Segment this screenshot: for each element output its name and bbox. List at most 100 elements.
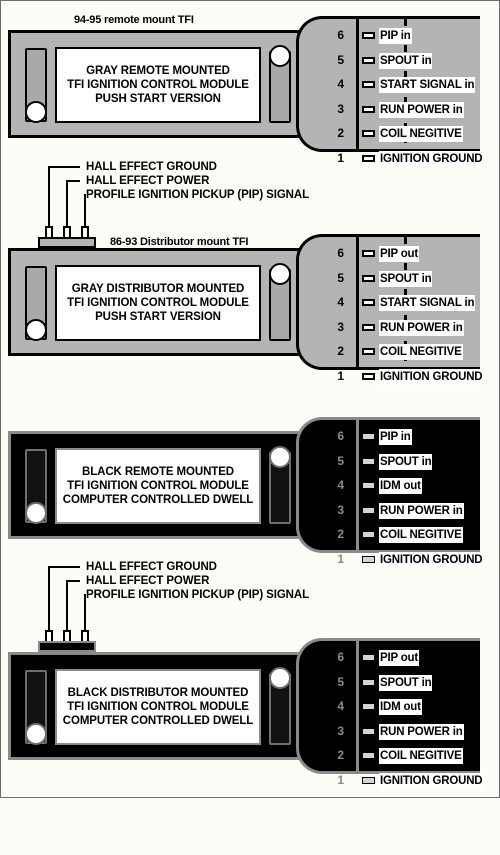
callout-leader-horizontal: [66, 180, 80, 182]
pin-number: 2: [337, 344, 344, 358]
callout-leader-horizontal: [48, 166, 80, 168]
module-id-plate-line: TFI IGNITION CONTROL MODULE: [67, 701, 249, 713]
pin-blade: [362, 678, 375, 686]
pin-number: 2: [337, 126, 344, 140]
connector-assembly: 6 PIP in 5 SPOUT in 4 IDM out 3 RUN POWER in 2 CO…: [296, 417, 484, 568]
connector-assembly: 6 PIP out 5 SPOUT in 4 IDM out 3 RUN POWER in 2 C…: [296, 638, 484, 789]
pin-blade: [362, 299, 375, 306]
pin-number: 1: [337, 772, 344, 787]
pin-label: IGNITION GROUND: [379, 772, 484, 789]
callout-leader-horizontal: [66, 580, 80, 582]
pin-number: 1: [337, 368, 344, 383]
pin-row: 1 IGNITION GROUND: [296, 366, 484, 387]
pin-row: 6 PIP in: [296, 25, 480, 46]
pin-blade: [362, 250, 375, 257]
pin-row: 5 SPOUT in: [296, 50, 480, 71]
pin-number: 6: [337, 650, 344, 664]
pin-row: 3 RUN POWER in: [296, 500, 480, 521]
pin-label: SPOUT in: [379, 674, 433, 691]
pin-label: SPOUT in: [379, 270, 433, 287]
pin-blade: [362, 654, 375, 661]
hall-callout-label: HALL EFFECT GROUND: [86, 561, 217, 573]
pin-label: SPOUT in: [379, 52, 433, 69]
pin-label: START SIGNAL in: [379, 77, 476, 93]
pin-row: 5 SPOUT in: [296, 451, 480, 472]
pin-label: COIL NEGITIVE: [379, 527, 463, 543]
pin-blade: [362, 130, 375, 137]
module-id-plate-line: BLACK REMOTE MOUNTED: [82, 466, 234, 478]
pin-blade: [362, 372, 375, 380]
pin-number: 3: [337, 101, 344, 116]
module-gray-distributor: 86-93 Distributor mount TFI HALL EFFECT G…: [0, 161, 500, 442]
pin-label: PIP in: [379, 429, 412, 445]
pin-row: 6 PIP in: [296, 426, 480, 447]
right-mounting-hole: [269, 446, 291, 468]
pin-label: IDM out: [379, 478, 422, 494]
pin-row: 2 COIL NEGITIVE: [296, 123, 480, 144]
pin-number: 2: [337, 748, 344, 762]
pin-number: 4: [337, 77, 344, 91]
pin-blade: [362, 274, 375, 282]
pin-number: 4: [337, 699, 344, 713]
module-id-plate-line: PUSH START VERSION: [95, 93, 221, 105]
right-mounting-hole: [269, 45, 291, 67]
pin-label: RUN POWER in: [379, 101, 464, 118]
right-mounting-hole: [269, 667, 291, 689]
hall-callout-label: HALL EFFECT GROUND: [86, 161, 217, 173]
module-id-plate-line: TFI IGNITION CONTROL MODULE: [67, 79, 249, 91]
module-black-distributor: HALL EFFECT GROUND HALL EFFECT POWER PROFI…: [0, 561, 500, 855]
pin-label: IGNITION GROUND: [379, 368, 484, 385]
pin-number: 4: [337, 295, 344, 309]
pin-blade: [362, 81, 375, 88]
pin-number: 5: [337, 270, 344, 285]
pin-label: RUN POWER in: [379, 723, 464, 740]
pin-blade: [362, 752, 375, 759]
left-mounting-hole: [25, 101, 47, 123]
pin-row: 5 SPOUT in: [296, 672, 480, 693]
module-id-plate-line: COMPUTER CONTROLLED DWELL: [62, 715, 254, 727]
pin-blade: [362, 482, 375, 489]
hall-callout-label: PROFILE IGNITION PICKUP (PIP) SIGNAL: [86, 589, 310, 601]
module-id-plate-line: GRAY DISTRIBUTOR MOUNTED: [71, 283, 245, 295]
callout-leader-horizontal: [48, 566, 80, 568]
pin-blade: [362, 727, 375, 735]
module-id-plate: BLACK REMOTE MOUNTED TFI IGNITION CONTROL…: [55, 448, 261, 524]
pin-label: IDM out: [379, 699, 422, 715]
pin-number: 3: [337, 319, 344, 334]
pin-label: COIL NEGITIVE: [379, 748, 463, 764]
left-mounting-hole: [25, 319, 47, 341]
module-body: BLACK REMOTE MOUNTED TFI IGNITION CONTROL…: [8, 431, 308, 539]
module-id-plate-line: GRAY REMOTE MOUNTED: [86, 65, 230, 77]
pin-blade: [362, 531, 375, 538]
left-mounting-hole: [25, 502, 47, 524]
module-id-plate-line: TFI IGNITION CONTROL MODULE: [67, 297, 249, 309]
pin-blade: [362, 506, 375, 514]
hall-callout-label: PROFILE IGNITION PICKUP (PIP) SIGNAL: [86, 189, 310, 201]
pin-label: SPOUT in: [379, 453, 433, 470]
pin-number: 2: [337, 527, 344, 541]
module-body: GRAY REMOTE MOUNTED TFI IGNITION CONTROL …: [8, 30, 308, 138]
module-title: 94-95 remote mount TFI: [74, 14, 194, 26]
pin-row: 3 RUN POWER in: [296, 99, 480, 120]
pin-number: 4: [337, 478, 344, 492]
hall-connector-base: [38, 237, 96, 248]
pin-label: RUN POWER in: [379, 502, 464, 519]
pin-blade: [362, 323, 375, 331]
pin-number: 3: [337, 502, 344, 517]
pin-number: 5: [337, 52, 344, 67]
pin-blade: [362, 32, 375, 39]
module-id-plate-line: COMPUTER CONTROLLED DWELL: [62, 494, 254, 506]
pin-row: 2 COIL NEGITIVE: [296, 341, 480, 362]
pin-number: 6: [337, 429, 344, 443]
pin-label: PIP out: [379, 246, 420, 262]
module-id-plate-line: TFI IGNITION CONTROL MODULE: [67, 480, 249, 492]
pin-label: START SIGNAL in: [379, 295, 476, 311]
pin-row: 4 IDM out: [296, 696, 480, 717]
pin-label: PIP in: [379, 28, 412, 44]
pin-blade: [362, 348, 375, 355]
pin-row: 4 START SIGNAL in: [296, 74, 480, 95]
module-id-plate: GRAY REMOTE MOUNTED TFI IGNITION CONTROL …: [55, 47, 261, 123]
pin-row: 4 IDM out: [296, 475, 480, 496]
hall-connector-base: [38, 641, 96, 652]
right-mounting-hole: [269, 263, 291, 285]
